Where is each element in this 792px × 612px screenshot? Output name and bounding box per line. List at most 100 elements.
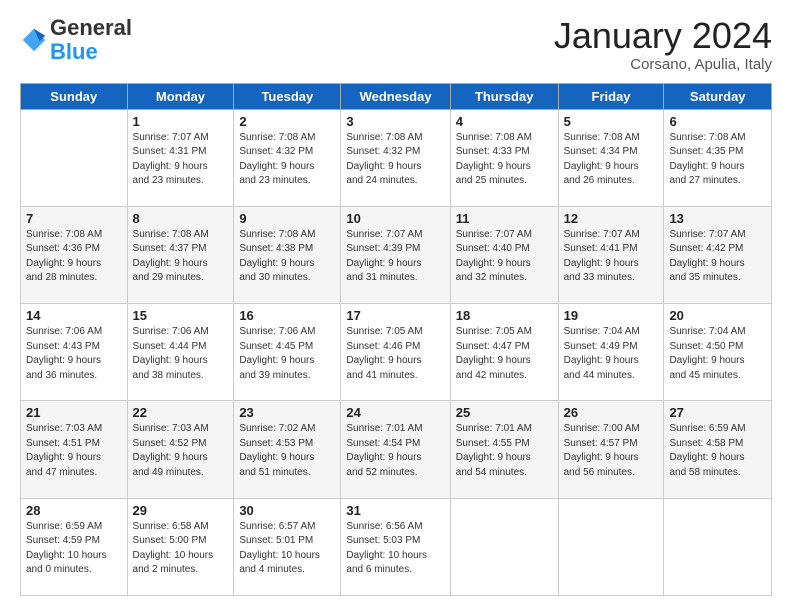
- day-cell: [21, 109, 128, 206]
- day-info: Sunrise: 7:07 AM Sunset: 4:40 PM Dayligh…: [456, 228, 553, 286]
- day-info: Sunrise: 7:08 AM Sunset: 4:34 PM Dayligh…: [564, 131, 659, 189]
- day-info: Sunrise: 7:02 AM Sunset: 4:53 PM Dayligh…: [239, 422, 335, 480]
- day-cell: 8 Sunrise: 7:08 AM Sunset: 4:37 PM Daylig…: [127, 206, 234, 303]
- day-cell: 15 Sunrise: 7:06 AM Sunset: 4:44 PM Dayli…: [127, 304, 234, 401]
- day-cell: 4 Sunrise: 7:08 AM Sunset: 4:33 PM Daylig…: [450, 109, 558, 206]
- day-number: 8: [133, 211, 229, 226]
- day-number: 28: [26, 503, 122, 518]
- day-cell: 12 Sunrise: 7:07 AM Sunset: 4:41 PM Dayli…: [558, 206, 664, 303]
- location-subtitle: Corsano, Apulia, Italy: [554, 56, 772, 73]
- day-cell: 9Sunrise: 7:08 AM Sunset: 4:38 PM Daylig…: [234, 206, 341, 303]
- day-number: 14: [26, 308, 122, 323]
- day-cell: 24Sunrise: 7:01 AM Sunset: 4:54 PM Dayli…: [341, 401, 450, 498]
- day-info: Sunrise: 7:08 AM Sunset: 4:33 PM Dayligh…: [456, 131, 553, 189]
- day-cell: 23 Sunrise: 7:02 AM Sunset: 4:53 PM Dayli…: [234, 401, 341, 498]
- day-info: Sunrise: 7:06 AM Sunset: 4:44 PM Dayligh…: [133, 325, 229, 383]
- day-number: 4: [456, 114, 553, 129]
- day-info: Sunrise: 7:08 AM Sunset: 4:35 PM Dayligh…: [669, 131, 766, 189]
- day-info: Sunrise: 6:59 AM Sunset: 4:59 PM Dayligh…: [26, 520, 122, 578]
- day-info: Sunrise: 7:05 AM Sunset: 4:46 PM Dayligh…: [346, 325, 444, 383]
- day-number: 13: [669, 211, 766, 226]
- day-cell: 11 Sunrise: 7:07 AM Sunset: 4:40 PM Dayli…: [450, 206, 558, 303]
- day-number: 31: [346, 503, 444, 518]
- day-cell: 17Sunrise: 7:05 AM Sunset: 4:46 PM Dayli…: [341, 304, 450, 401]
- day-number: 21: [26, 405, 122, 420]
- weekday-header-saturday: Saturday: [664, 83, 772, 109]
- day-cell: 10 Sunrise: 7:07 AM Sunset: 4:39 PM Dayli…: [341, 206, 450, 303]
- day-cell: 1Sunrise: 7:07 AM Sunset: 4:31 PM Daylig…: [127, 109, 234, 206]
- day-info: Sunrise: 6:58 AM Sunset: 5:00 PM Dayligh…: [133, 520, 229, 578]
- week-row-3: 14 Sunrise: 7:06 AM Sunset: 4:43 PM Dayli…: [21, 304, 772, 401]
- month-title: January 2024: [554, 16, 772, 56]
- day-info: Sunrise: 7:06 AM Sunset: 4:43 PM Dayligh…: [26, 325, 122, 383]
- weekday-header-monday: Monday: [127, 83, 234, 109]
- weekday-header-friday: Friday: [558, 83, 664, 109]
- day-number: 23: [239, 405, 335, 420]
- day-number: 29: [133, 503, 229, 518]
- week-row-2: 7Sunrise: 7:08 AM Sunset: 4:36 PM Daylig…: [21, 206, 772, 303]
- day-cell: 19 Sunrise: 7:04 AM Sunset: 4:49 PM Dayli…: [558, 304, 664, 401]
- day-info: Sunrise: 7:04 AM Sunset: 4:49 PM Dayligh…: [564, 325, 659, 383]
- day-cell: 22 Sunrise: 7:03 AM Sunset: 4:52 PM Dayli…: [127, 401, 234, 498]
- day-info: Sunrise: 6:56 AM Sunset: 5:03 PM Dayligh…: [346, 520, 444, 578]
- day-info: Sunrise: 7:01 AM Sunset: 4:54 PM Dayligh…: [346, 422, 444, 480]
- day-number: 19: [564, 308, 659, 323]
- day-cell: 28 Sunrise: 6:59 AM Sunset: 4:59 PM Dayli…: [21, 498, 128, 595]
- day-info: Sunrise: 7:08 AM Sunset: 4:32 PM Dayligh…: [239, 131, 335, 189]
- day-number: 20: [669, 308, 766, 323]
- day-info: Sunrise: 7:07 AM Sunset: 4:41 PM Dayligh…: [564, 228, 659, 286]
- day-info: Sunrise: 7:08 AM Sunset: 4:36 PM Dayligh…: [26, 228, 122, 286]
- day-cell: 27 Sunrise: 6:59 AM Sunset: 4:58 PM Dayli…: [664, 401, 772, 498]
- day-number: 22: [133, 405, 229, 420]
- day-info: Sunrise: 7:03 AM Sunset: 4:51 PM Dayligh…: [26, 422, 122, 480]
- week-row-1: 1Sunrise: 7:07 AM Sunset: 4:31 PM Daylig…: [21, 109, 772, 206]
- day-cell: 29 Sunrise: 6:58 AM Sunset: 5:00 PM Dayli…: [127, 498, 234, 595]
- day-number: 15: [133, 308, 229, 323]
- day-number: 11: [456, 211, 553, 226]
- day-number: 18: [456, 308, 553, 323]
- day-cell: 18 Sunrise: 7:05 AM Sunset: 4:47 PM Dayli…: [450, 304, 558, 401]
- day-cell: 26Sunrise: 7:00 AM Sunset: 4:57 PM Dayli…: [558, 401, 664, 498]
- logo-general: General: [50, 15, 132, 40]
- day-info: Sunrise: 7:00 AM Sunset: 4:57 PM Dayligh…: [564, 422, 659, 480]
- day-info: Sunrise: 7:04 AM Sunset: 4:50 PM Dayligh…: [669, 325, 766, 383]
- header: General Blue January 2024 Corsano, Apuli…: [20, 16, 772, 73]
- day-info: Sunrise: 7:07 AM Sunset: 4:31 PM Dayligh…: [133, 131, 229, 189]
- day-number: 5: [564, 114, 659, 129]
- day-info: Sunrise: 7:07 AM Sunset: 4:42 PM Dayligh…: [669, 228, 766, 286]
- day-info: Sunrise: 6:57 AM Sunset: 5:01 PM Dayligh…: [239, 520, 335, 578]
- weekday-header-wednesday: Wednesday: [341, 83, 450, 109]
- day-cell: 6 Sunrise: 7:08 AM Sunset: 4:35 PM Daylig…: [664, 109, 772, 206]
- day-info: Sunrise: 6:59 AM Sunset: 4:58 PM Dayligh…: [669, 422, 766, 480]
- week-row-4: 21 Sunrise: 7:03 AM Sunset: 4:51 PM Dayli…: [21, 401, 772, 498]
- week-row-5: 28 Sunrise: 6:59 AM Sunset: 4:59 PM Dayli…: [21, 498, 772, 595]
- day-number: 27: [669, 405, 766, 420]
- day-cell: 16Sunrise: 7:06 AM Sunset: 4:45 PM Dayli…: [234, 304, 341, 401]
- day-number: 6: [669, 114, 766, 129]
- calendar-table: SundayMondayTuesdayWednesdayThursdayFrid…: [20, 83, 772, 596]
- day-number: 30: [239, 503, 335, 518]
- weekday-header-sunday: Sunday: [21, 83, 128, 109]
- day-number: 16: [239, 308, 335, 323]
- day-cell: 14 Sunrise: 7:06 AM Sunset: 4:43 PM Dayli…: [21, 304, 128, 401]
- logo-text: General Blue: [50, 16, 132, 64]
- title-block: January 2024 Corsano, Apulia, Italy: [554, 16, 772, 73]
- day-cell: 30 Sunrise: 6:57 AM Sunset: 5:01 PM Dayli…: [234, 498, 341, 595]
- logo-icon: [20, 26, 48, 54]
- day-cell: [664, 498, 772, 595]
- day-number: 12: [564, 211, 659, 226]
- weekday-header-tuesday: Tuesday: [234, 83, 341, 109]
- day-number: 3: [346, 114, 444, 129]
- day-number: 10: [346, 211, 444, 226]
- day-cell: 2Sunrise: 7:08 AM Sunset: 4:32 PM Daylig…: [234, 109, 341, 206]
- day-cell: 31 Sunrise: 6:56 AM Sunset: 5:03 PM Dayli…: [341, 498, 450, 595]
- day-number: 25: [456, 405, 553, 420]
- day-info: Sunrise: 7:03 AM Sunset: 4:52 PM Dayligh…: [133, 422, 229, 480]
- day-info: Sunrise: 7:07 AM Sunset: 4:39 PM Dayligh…: [346, 228, 444, 286]
- day-info: Sunrise: 7:08 AM Sunset: 4:37 PM Dayligh…: [133, 228, 229, 286]
- logo: General Blue: [20, 16, 132, 64]
- page: General Blue January 2024 Corsano, Apuli…: [0, 0, 792, 612]
- day-cell: 20 Sunrise: 7:04 AM Sunset: 4:50 PM Dayli…: [664, 304, 772, 401]
- day-info: Sunrise: 7:05 AM Sunset: 4:47 PM Dayligh…: [456, 325, 553, 383]
- day-info: Sunrise: 7:08 AM Sunset: 4:38 PM Dayligh…: [239, 228, 335, 286]
